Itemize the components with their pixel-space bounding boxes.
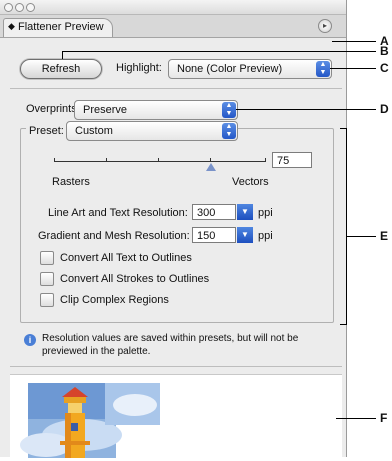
convert-text-label: Convert All Text to Outlines	[60, 252, 192, 264]
callout-bracket-e	[340, 128, 347, 325]
vectors-label: Vectors	[232, 176, 269, 188]
panel-menu-icon: ▸	[322, 21, 327, 30]
clip-complex-regions-checkbox[interactable]	[40, 293, 54, 307]
preset-value: Custom	[75, 125, 113, 137]
clip-complex-regions-label: Clip Complex Regions	[60, 294, 169, 306]
divider	[10, 366, 342, 367]
slider-tick	[106, 158, 107, 162]
overprints-select[interactable]: Preserve ▲ ▼	[74, 100, 238, 120]
minimize-window-icon[interactable]	[15, 3, 24, 12]
ppi-unit-label: ppi	[258, 230, 273, 242]
convert-strokes-label: Convert All Strokes to Outlines	[60, 273, 210, 285]
select-arrows-icon: ▲ ▼	[222, 123, 236, 139]
line-art-resolution-label: Line Art and Text Resolution:	[48, 207, 188, 219]
callout-line-c	[330, 68, 376, 69]
zoom-window-icon[interactable]	[26, 3, 35, 12]
highlight-select[interactable]: None (Color Preview) ▲ ▼	[168, 59, 332, 79]
close-window-icon[interactable]	[4, 3, 13, 12]
tab-flattener-preview[interactable]: ◆ Flattener Preview	[3, 18, 113, 37]
callout-line-b	[62, 51, 63, 59]
info-icon: i	[24, 334, 36, 346]
preview-area[interactable]	[10, 374, 342, 458]
callout-line-e	[347, 236, 376, 237]
convert-text-checkbox[interactable]	[40, 251, 54, 265]
flattener-preview-panel: ◆ Flattener Preview ▸ Refresh Highlight:…	[0, 0, 347, 458]
slider-value-field[interactable]: 75	[272, 152, 312, 168]
slider-thumb[interactable]	[206, 163, 216, 171]
info-text-line2: previewed in the palette.	[42, 346, 151, 357]
panel-menu-button[interactable]: ▸	[318, 19, 332, 33]
slider-tick	[210, 158, 211, 162]
line-art-resolution-field[interactable]: 300	[192, 204, 236, 220]
slider-tick	[54, 158, 55, 162]
dropdown-arrow-icon: ▼	[241, 207, 249, 216]
callout-label-d: D	[380, 102, 389, 116]
preset-select[interactable]: Custom ▲ ▼	[66, 121, 238, 141]
title-bar[interactable]	[0, 0, 346, 15]
gradient-resolution-label: Gradient and Mesh Resolution:	[38, 230, 190, 242]
callout-label-e: E	[380, 229, 389, 243]
callout-line-d	[236, 109, 376, 110]
overprints-label: Overprints:	[26, 103, 80, 115]
lighthouse-preview-image	[20, 383, 160, 458]
refresh-button[interactable]: Refresh	[20, 59, 102, 79]
gradient-dropdown-button[interactable]: ▼	[237, 227, 253, 243]
divider	[10, 88, 342, 89]
rasters-label: Rasters	[52, 176, 90, 188]
slider-tick	[265, 158, 266, 162]
select-arrows-icon: ▲ ▼	[316, 61, 330, 77]
callout-label-b: B	[380, 44, 389, 58]
convert-strokes-checkbox[interactable]	[40, 272, 54, 286]
select-arrows-icon: ▲ ▼	[222, 102, 236, 118]
dropdown-arrow-icon: ▼	[241, 230, 249, 239]
callout-line-a	[332, 41, 376, 42]
callout-line-b	[62, 51, 376, 52]
callout-label-f: F	[380, 411, 388, 425]
tab-bar: ◆ Flattener Preview ▸	[0, 15, 346, 38]
palette-grip-icon: ◆	[8, 21, 15, 31]
callout-label-c: C	[380, 61, 389, 75]
raster-vector-slider[interactable]	[54, 161, 266, 162]
line-art-dropdown-button[interactable]: ▼	[237, 204, 253, 220]
gradient-resolution-field[interactable]: 150	[192, 227, 236, 243]
slider-tick	[158, 158, 159, 162]
tab-label: Flattener Preview	[18, 21, 104, 33]
highlight-label: Highlight:	[116, 62, 162, 74]
info-text-line1: Resolution values are saved within prese…	[42, 333, 299, 344]
highlight-value: None (Color Preview)	[177, 63, 283, 75]
overprints-value: Preserve	[83, 104, 128, 116]
preset-label: Preset:	[26, 125, 67, 137]
callout-line-f	[336, 418, 376, 419]
ppi-unit-label: ppi	[258, 207, 273, 219]
